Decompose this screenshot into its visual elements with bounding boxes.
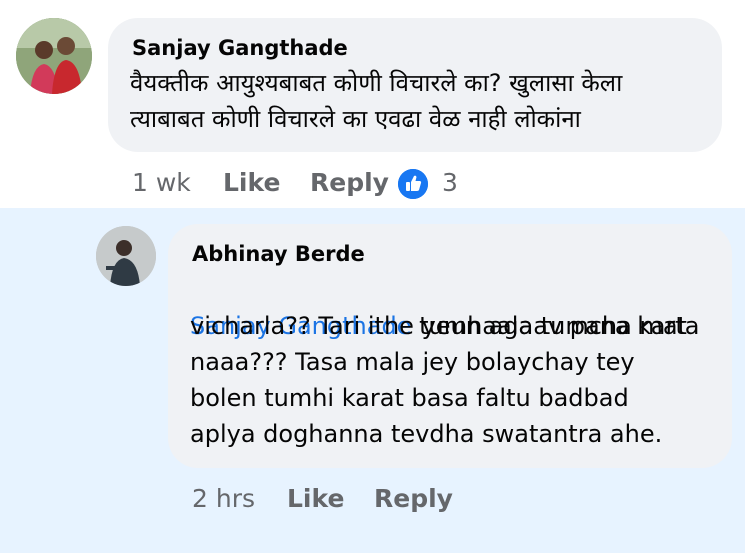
reply-button[interactable]: Reply: [374, 484, 453, 513]
thumbs-up-icon: [398, 169, 428, 199]
reply-author-name[interactable]: Abhinay Berde: [192, 242, 365, 266]
reply-comment: Abhinay Berde Sanjay Gangthade tumhaala …: [0, 208, 745, 553]
reply-avatar[interactable]: [96, 226, 156, 286]
reply-text-line-2: vicharla?? Tari ithe yeun agaav pana kar…: [190, 312, 700, 340]
avatar-photo-icon: [96, 226, 156, 286]
like-button[interactable]: Like: [287, 484, 344, 513]
like-button[interactable]: Like: [223, 168, 280, 197]
comment-timestamp[interactable]: 1 wk: [132, 168, 191, 197]
reply-text-line-5: aplya doghanna tevdha swatantra ahe.: [190, 420, 663, 448]
reply-timestamp[interactable]: 2 hrs: [192, 484, 255, 513]
comment-author-name[interactable]: Sanjay Gangthade: [132, 36, 348, 60]
reaction-count: 3: [442, 168, 458, 197]
reply-text-line-4: bolen tumhi karat basa faltu badbad: [190, 384, 629, 412]
avatar[interactable]: [16, 18, 92, 94]
reply-text-line-3: naaa??? Tasa mala jey bolaychay tey: [190, 348, 635, 376]
reply-button[interactable]: Reply: [310, 168, 389, 197]
avatar-photo-icon: [16, 18, 92, 94]
comment: Sanjay Gangthade वैयक्तीक आयुश्यबाबत कोण…: [0, 0, 745, 208]
comment-text-line-1: वैयक्तीक आयुश्यबाबत कोणी विचारले का? खुल…: [130, 69, 623, 97]
comment-text-line-2: त्याबाबत कोणी विचारले का एवढा वेळ नाही ल…: [130, 105, 581, 133]
